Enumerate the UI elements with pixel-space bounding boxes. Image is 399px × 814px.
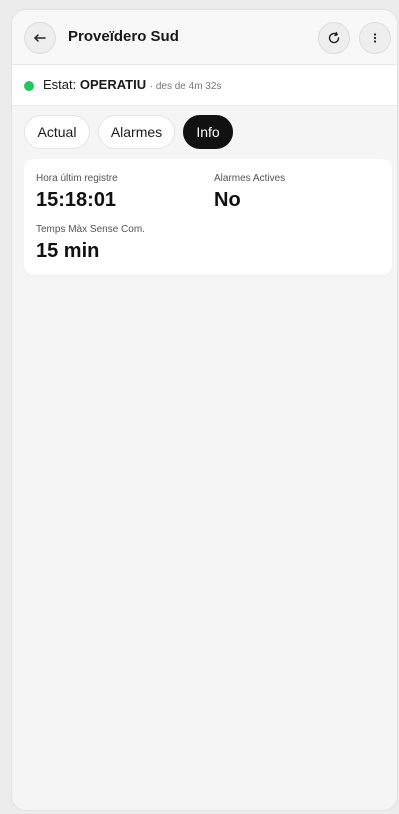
status-text: Estat: OPERATIU · des de 4m 32s: [43, 77, 221, 92]
active-alarms-label: Alarmes Actives: [214, 173, 286, 184]
tab-alarmes[interactable]: Alarmes: [98, 115, 175, 149]
last-record-label: Hora últim registre: [36, 173, 118, 184]
tab-actual[interactable]: Actual: [24, 115, 90, 149]
status-bar: Estat: OPERATIU · des de 4m 32s: [12, 65, 397, 106]
more-options-button[interactable]: [359, 22, 391, 54]
max-no-comm-value: 15 min: [36, 240, 100, 262]
status-indicator: [24, 81, 34, 91]
back-button[interactable]: [24, 22, 56, 54]
max-no-comm-label: Temps Màx Sense Com.: [36, 224, 145, 235]
arrow-left-icon: [33, 31, 47, 45]
active-alarms-value: No: [214, 189, 241, 211]
last-record-value: 15:18:01: [36, 189, 117, 211]
status-value: OPERATIU: [79, 77, 147, 92]
status-label: Estat:: [43, 77, 77, 92]
app-screen: Proveïdero Sud Estat: OPERATIU · des de …: [12, 10, 397, 810]
status-since: · des de 4m 32s: [149, 81, 222, 92]
refresh-button[interactable]: [318, 22, 350, 54]
more-vertical-icon: [368, 31, 382, 45]
top-bar: Proveïdero Sud: [12, 10, 397, 65]
tab-info[interactable]: Info: [183, 115, 233, 149]
info-card: Hora últim registre 15:18:01 Alarmes Act…: [24, 159, 392, 275]
page-title: Proveïdero Sud: [68, 28, 179, 45]
refresh-icon: [327, 31, 341, 45]
